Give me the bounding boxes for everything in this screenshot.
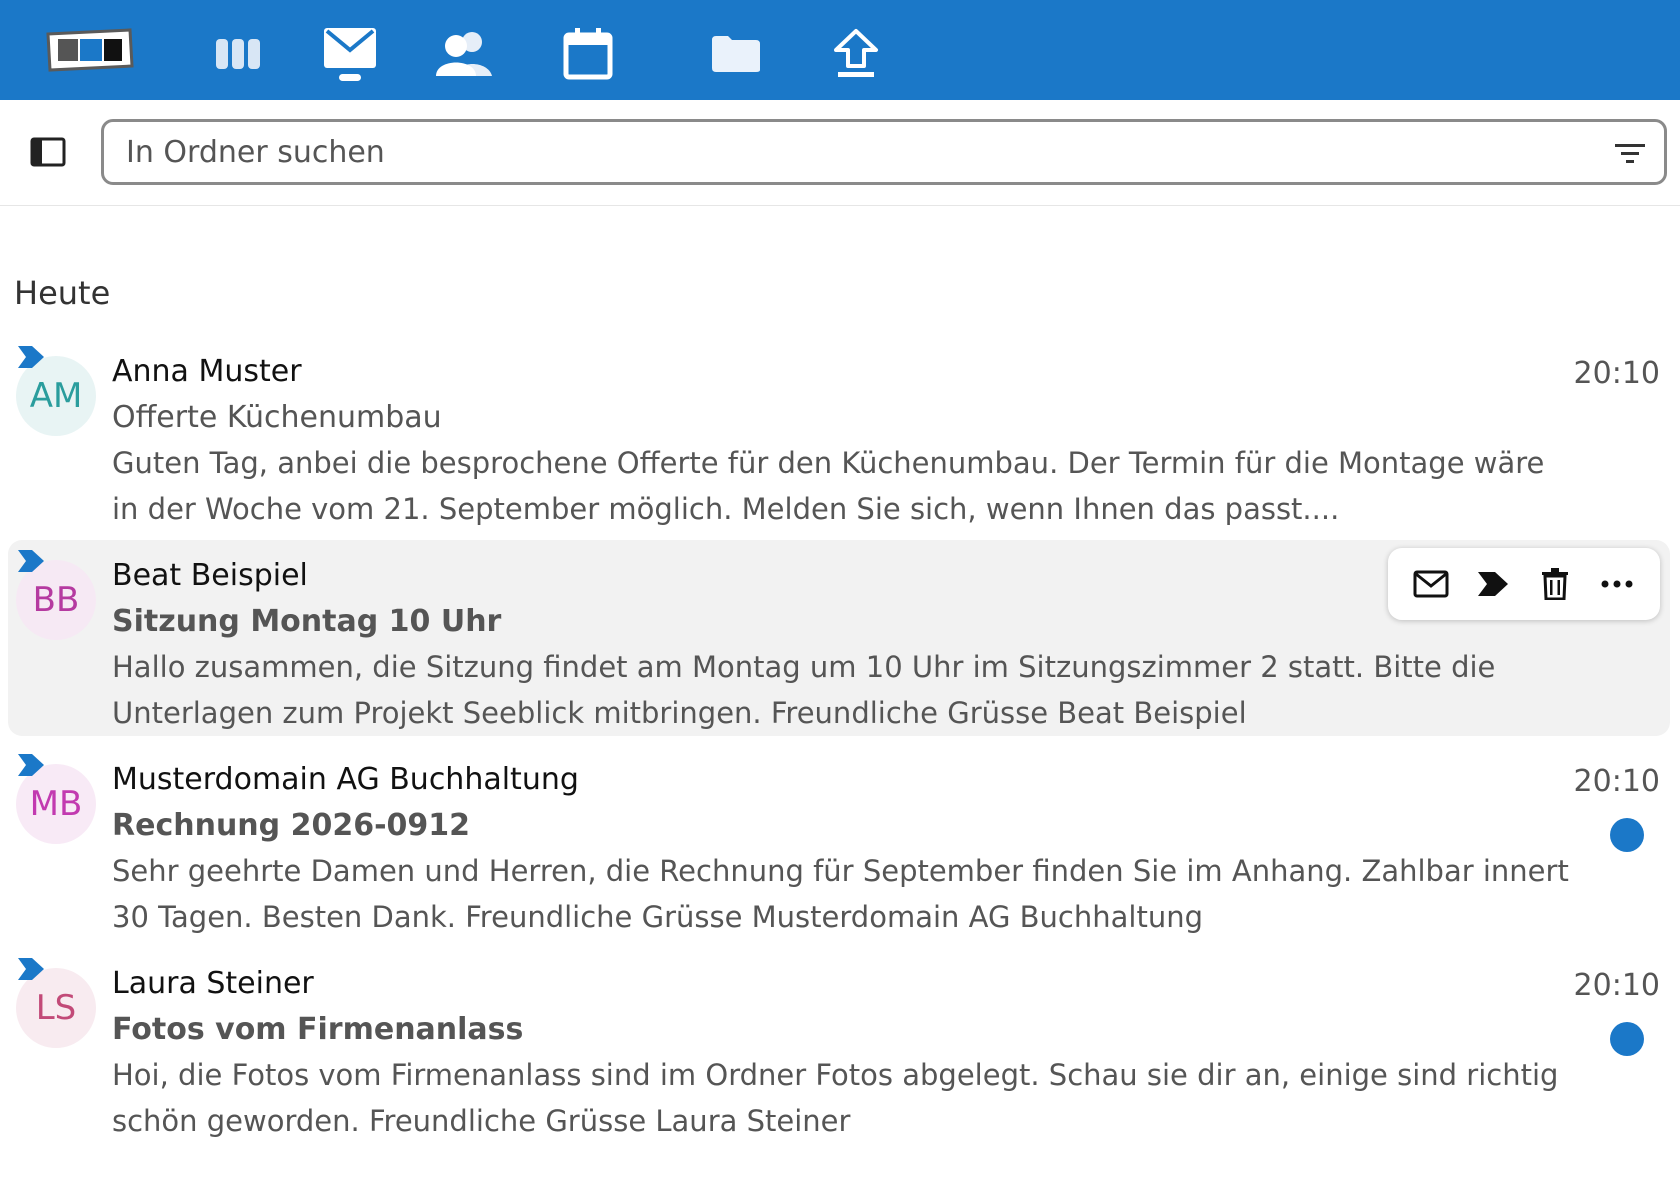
message-sender: Anna Muster [112, 354, 302, 389]
avatar: BB [16, 560, 96, 640]
unread-indicator [1610, 818, 1644, 852]
message-preview: Hoi, die Fotos vom Firmenanlass sind im … [112, 1058, 1559, 1138]
message-actions-toolbar [1388, 548, 1660, 620]
important-tag-icon [18, 346, 44, 368]
message-sender: Musterdomain AG Buchhaltung [112, 762, 579, 797]
section-heading-today: Heute [14, 274, 111, 312]
mark-unread-mail-icon[interactable] [1405, 558, 1457, 610]
search-input[interactable] [126, 122, 1566, 182]
important-tag-icon [18, 754, 44, 776]
filter-icon[interactable] [1612, 136, 1648, 172]
message-row[interactable]: MB Musterdomain AG Buchhaltung Rechnung … [8, 744, 1670, 940]
upload-icon[interactable] [824, 22, 888, 86]
message-preview: Hallo zusammen, die Sitzung findet am Mo… [112, 650, 1496, 730]
message-subject: Offerte Küchenumbau [112, 400, 442, 435]
message-sender: Laura Steiner [112, 966, 314, 1001]
important-tag-icon[interactable] [1467, 558, 1519, 610]
trash-icon[interactable] [1529, 558, 1581, 610]
search-toolbar [0, 100, 1680, 206]
important-tag-icon [18, 958, 44, 980]
message-time: 20:10 [1573, 764, 1660, 799]
more-options-icon[interactable] [1591, 558, 1643, 610]
message-row[interactable]: BB Beat Beispiel Sitzung Montag 10 Uhr H… [8, 540, 1670, 736]
message-subject: Rechnung 2026-0912 [112, 808, 471, 843]
important-tag-icon [18, 550, 44, 572]
calendar-icon[interactable] [556, 22, 620, 86]
message-subject: Sitzung Montag 10 Uhr [112, 604, 502, 639]
message-subject: Fotos vom Firmenanlass [112, 1012, 524, 1047]
files-icon[interactable] [704, 22, 768, 86]
message-preview: Sehr geehrte Damen und Herren, die Rechn… [112, 854, 1569, 934]
message-row[interactable]: AM Anna Muster Offerte Küchenumbau Guten… [8, 336, 1670, 532]
message-preview: Guten Tag, anbei die besprochene Offerte… [112, 446, 1545, 526]
message-sender: Beat Beispiel [112, 558, 308, 593]
search-box [101, 119, 1667, 185]
avatar: AM [16, 356, 96, 436]
avatar: LS [16, 968, 96, 1048]
message-time: 20:10 [1573, 968, 1660, 1003]
message-time: 20:10 [1573, 356, 1660, 391]
avatar: MB [16, 764, 96, 844]
contacts-icon[interactable] [432, 22, 496, 86]
unread-indicator [1610, 1022, 1644, 1056]
top-app-bar [0, 0, 1680, 100]
sidebar-toggle-icon[interactable] [28, 132, 68, 172]
brand-logo[interactable] [44, 26, 136, 74]
message-row[interactable]: LS Laura Steiner Fotos vom Firmenanlass … [8, 948, 1670, 1144]
dashboard-icon[interactable] [206, 22, 270, 86]
mail-icon[interactable] [318, 20, 382, 84]
